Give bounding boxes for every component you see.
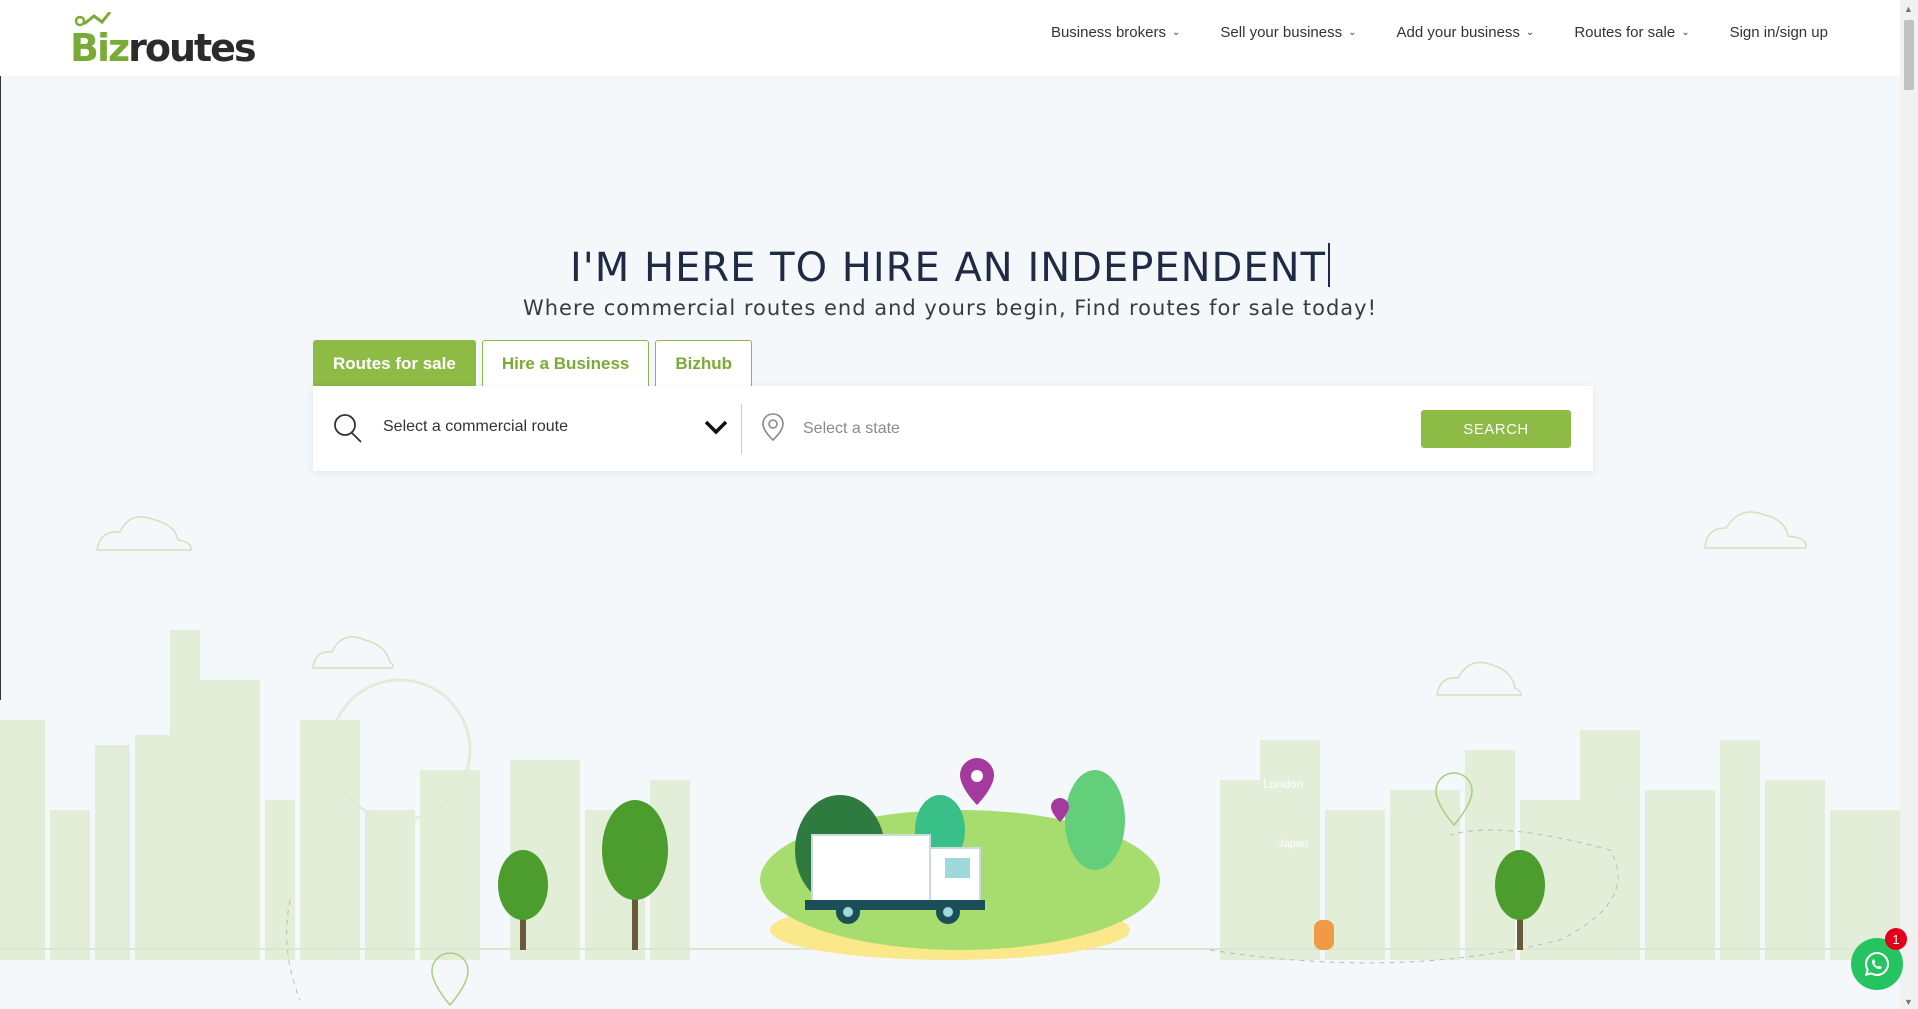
notification-badge: 1: [1885, 928, 1907, 950]
brand-part1: Biz: [70, 26, 130, 70]
clouds: [96, 511, 1807, 696]
nav-label: Sell your business: [1220, 24, 1343, 41]
nav-label: Sign in/sign up: [1729, 24, 1828, 41]
nav-label: Routes for sale: [1574, 24, 1676, 41]
nav-add-your-business[interactable]: Add your business ⌄: [1397, 24, 1535, 41]
chevron-down-icon: ⌄: [1172, 27, 1181, 38]
search-panel: Select a commercial route SEARCH: [313, 386, 1593, 471]
scroll-down-icon[interactable]: ▼: [1904, 997, 1913, 1007]
city-label-japan: Japan: [1278, 838, 1308, 850]
chevron-down-icon: ⌄: [1348, 27, 1357, 38]
map-pin-icon: [431, 952, 469, 1007]
whatsapp-icon: [1864, 951, 1890, 977]
hero-title-text: I'M HERE TO HIRE AN INDEPENDENT: [570, 245, 1326, 291]
search-tabs: Routes for sale Hire a Business Bizhub: [313, 340, 758, 386]
brand-part2: routes: [128, 26, 256, 70]
search-divider: [741, 404, 742, 454]
search-button[interactable]: SEARCH: [1421, 410, 1571, 448]
location-pin-icon: [762, 413, 784, 442]
nav-label: Business brokers: [1050, 24, 1166, 41]
chevron-down-icon: ⌄: [1525, 27, 1535, 38]
orange-door: [1314, 920, 1334, 950]
scroll-up-icon[interactable]: ▲: [1904, 4, 1913, 14]
hero-subtitle: Where commercial routes end and yours be…: [522, 296, 1378, 320]
bush: [1065, 770, 1125, 870]
commercial-route-select[interactable]: Select a commercial route: [383, 418, 568, 436]
vertical-scrollbar[interactable]: ▲ ▼: [1900, 0, 1918, 1009]
nav-routes-for-sale[interactable]: Routes for sale ⌄: [1574, 24, 1689, 41]
tab-routes-for-sale[interactable]: Routes for sale: [313, 340, 476, 386]
state-input[interactable]: [801, 408, 1305, 450]
main-nav: Business brokers ⌄ Sell your business ⌄ Ad…: [1011, 24, 1828, 41]
brand-wordmark: Bizroutes: [70, 26, 257, 70]
nav-label: Add your business: [1396, 24, 1520, 41]
hero-title: I'M HERE TO HIRE AN INDEPENDENT: [0, 243, 1900, 291]
scrollbar-thumb[interactable]: [1904, 20, 1914, 90]
bizroutes-logo[interactable]: Bizroutes: [70, 12, 257, 70]
pin-dot: [971, 770, 983, 782]
chevron-down-icon[interactable]: [703, 414, 729, 440]
tab-hire-a-business[interactable]: Hire a Business: [481, 340, 650, 386]
city-route-illustration: London Japan: [0, 511, 1900, 1007]
city-label-london: London: [1263, 777, 1303, 791]
tab-bizhub[interactable]: Bizhub: [655, 340, 753, 386]
typing-caret: [1327, 243, 1330, 287]
site-header: Bizroutes Business brokers ⌄ Sell your bu…: [0, 0, 1900, 76]
nav-sell-your-business[interactable]: Sell your business ⌄: [1220, 24, 1356, 41]
nav-sign-in[interactable]: Sign in/sign up: [1730, 24, 1828, 41]
nav-business-brokers[interactable]: Business brokers ⌄: [1051, 24, 1180, 41]
search-icon: [334, 414, 362, 443]
chevron-down-icon: ⌄: [1681, 27, 1690, 38]
whatsapp-chat-button[interactable]: 1: [1851, 928, 1907, 990]
